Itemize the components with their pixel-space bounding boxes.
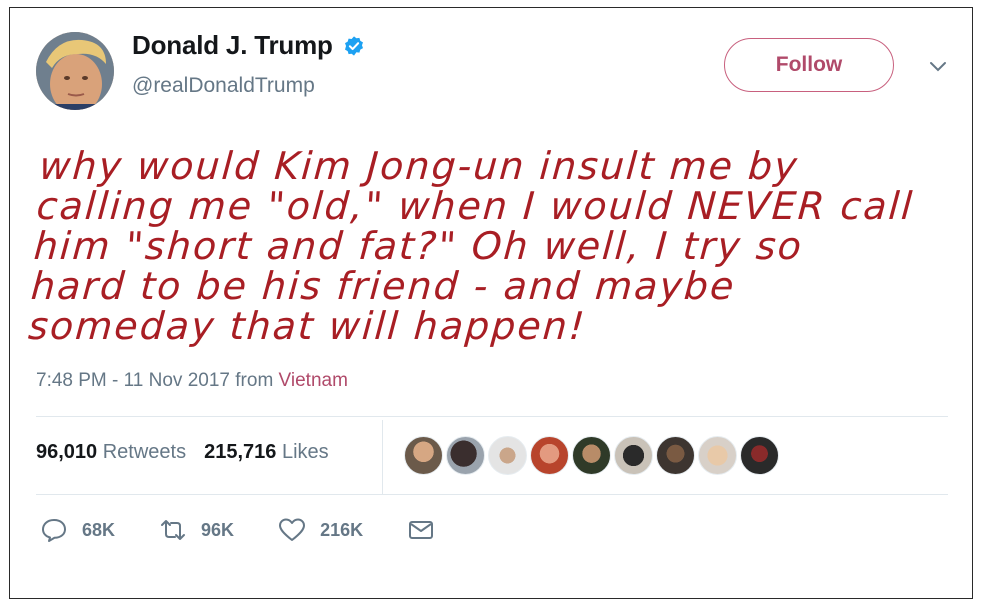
name-row: Donald J. Trump bbox=[132, 30, 365, 61]
liker-avatar[interactable] bbox=[404, 436, 443, 475]
tweet-text-line: calling me "old," when I would NEVER cal… bbox=[35, 184, 916, 228]
tweet-location[interactable]: Vietnam bbox=[279, 370, 348, 391]
liker-avatar[interactable] bbox=[656, 436, 695, 475]
tweet-actions: 68K 96K 216K bbox=[40, 516, 479, 544]
tweet-card: Donald J. Trump @realDonaldTrump Follow … bbox=[9, 7, 973, 599]
liker-avatar[interactable] bbox=[740, 436, 779, 475]
retweet-count: 96K bbox=[201, 519, 235, 540]
liker-avatar[interactable] bbox=[698, 436, 737, 475]
liker-avatar[interactable] bbox=[530, 436, 569, 475]
envelope-icon bbox=[409, 521, 434, 539]
liker-avatar[interactable] bbox=[488, 436, 527, 475]
reply-icon bbox=[42, 519, 66, 542]
liker-avatar[interactable] bbox=[446, 436, 485, 475]
retweet-button[interactable]: 96K bbox=[159, 516, 234, 544]
direct-message-button[interactable] bbox=[407, 516, 435, 544]
retweets-label: Retweets bbox=[102, 441, 187, 463]
divider bbox=[36, 494, 948, 495]
likes-label: Likes bbox=[281, 441, 329, 463]
tweet-text-line: someday that will happen! bbox=[26, 304, 588, 348]
user-handle[interactable]: @realDonaldTrump bbox=[132, 74, 315, 98]
tweet-meta: 7:48 PM - 11 Nov 2017 from Vietnam bbox=[36, 370, 348, 392]
liker-avatar[interactable] bbox=[572, 436, 611, 475]
tweet-text-line: him "short and fat?" Oh well, I try so bbox=[32, 224, 805, 268]
display-name[interactable]: Donald J. Trump bbox=[132, 30, 333, 61]
divider bbox=[382, 420, 383, 494]
from-label: from bbox=[235, 370, 274, 391]
liker-avatar[interactable] bbox=[614, 436, 653, 475]
reply-button[interactable]: 68K bbox=[40, 516, 115, 544]
likes-count: 215,716 bbox=[204, 441, 277, 463]
retweet-icon bbox=[161, 520, 186, 540]
verified-badge-icon bbox=[344, 35, 363, 56]
follow-button[interactable]: Follow bbox=[724, 38, 894, 92]
tweet-timestamp[interactable]: 7:48 PM - 11 Nov 2017 bbox=[36, 370, 230, 391]
liker-avatars bbox=[404, 436, 779, 475]
engagement-stats: 96,010 Retweets 215,716 Likes bbox=[36, 441, 329, 464]
reply-count: 68K bbox=[82, 519, 116, 540]
retweets-count: 96,010 bbox=[36, 441, 98, 463]
tweet-text-line: why would Kim Jong-un insult me by bbox=[38, 144, 801, 188]
heart-icon bbox=[279, 518, 306, 541]
tweet-text: why would Kim Jong-un insult me by calli… bbox=[26, 144, 961, 348]
profile-avatar[interactable] bbox=[36, 32, 114, 110]
divider bbox=[36, 416, 948, 417]
likes-stat[interactable]: 215,716 Likes bbox=[204, 441, 329, 464]
retweets-stat[interactable]: 96,010 Retweets bbox=[36, 441, 186, 464]
like-button[interactable]: 216K bbox=[278, 516, 363, 544]
chevron-down-icon[interactable] bbox=[928, 60, 948, 74]
like-count: 216K bbox=[320, 519, 364, 540]
tweet-text-line: hard to be his friend - and maybe bbox=[29, 264, 738, 308]
